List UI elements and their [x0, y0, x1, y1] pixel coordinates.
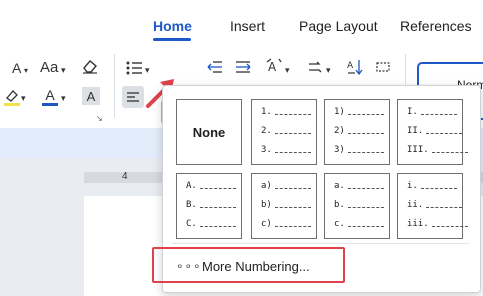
eraser-icon[interactable]	[80, 56, 100, 76]
ribbon-tabs-bar: Home Insert Page Layout References	[0, 0, 483, 44]
tile-label: 1)	[334, 107, 345, 117]
font-color-letter: A	[45, 87, 55, 103]
active-tab-indicator	[153, 38, 191, 41]
font-color-swatch	[42, 103, 58, 106]
change-case-button[interactable]: Aa	[40, 59, 58, 76]
tile-label: a.	[334, 181, 345, 191]
tab-references[interactable]: References	[400, 18, 472, 34]
align-left-button[interactable]	[122, 86, 144, 108]
more-options-icon: ∘∘∘	[176, 259, 202, 273]
tile-label: I.	[407, 107, 418, 117]
font-size-dropdown-arrow[interactable]: ▾	[24, 66, 28, 75]
decrease-indent-icon[interactable]	[206, 58, 224, 76]
numbering-tile-alpha-lower-paren[interactable]: a) b) c)	[251, 173, 317, 239]
numbering-none-tile[interactable]: None	[176, 99, 242, 165]
ruler-mark: 4	[122, 171, 128, 182]
toolbar-separator	[114, 54, 115, 118]
tile-label: 3.	[261, 145, 272, 155]
none-label: None	[192, 124, 226, 140]
numbering-tile-arabic-paren[interactable]: 1) 2) 3)	[324, 99, 390, 165]
tile-label: II.	[407, 126, 424, 136]
more-numbering-label: More Numbering...	[202, 259, 310, 274]
tab-home[interactable]: Home	[153, 18, 192, 34]
dropdown-divider	[172, 243, 469, 244]
increase-indent-icon[interactable]	[234, 58, 252, 76]
numbering-tile-roman-upper[interactable]: I. II. III.	[397, 99, 468, 165]
bullet-list-icon[interactable]	[124, 58, 144, 78]
sort-icon[interactable]: A	[346, 57, 366, 77]
font-dialog-launcher-icon[interactable]: ↘	[96, 114, 103, 123]
highlight-dropdown-arrow[interactable]: ▾	[21, 93, 26, 104]
numbering-tile-roman-lower[interactable]: i. ii. iii.	[397, 173, 468, 239]
tile-label: 1.	[261, 107, 272, 117]
font-size-button[interactable]: A	[12, 60, 21, 76]
tile-label: B.	[186, 200, 197, 210]
highlight-color-button[interactable]	[3, 88, 21, 108]
tile-label: i.	[407, 181, 418, 191]
tab-page-layout[interactable]: Page Layout	[299, 18, 378, 34]
font-color-dropdown-arrow[interactable]: ▾	[61, 93, 66, 104]
tile-label: iii.	[407, 219, 429, 229]
svg-text:A: A	[268, 60, 277, 74]
numbering-tile-alpha-lower-period[interactable]: a. b. c.	[324, 173, 390, 239]
tile-label: 2.	[261, 126, 272, 136]
bullets-dropdown-arrow[interactable]: ▾	[145, 65, 150, 76]
line-spacing-icon[interactable]	[306, 58, 324, 76]
tile-label: A.	[186, 181, 197, 191]
tile-label: c)	[261, 219, 272, 229]
tile-label: c.	[334, 219, 345, 229]
tile-label: b.	[334, 200, 345, 210]
change-case-dropdown-arrow[interactable]: ▾	[61, 65, 66, 76]
tile-label: a)	[261, 181, 272, 191]
tile-label: C.	[186, 219, 197, 229]
text-direction-icon[interactable]: A	[264, 56, 284, 76]
tile-label: 2)	[334, 126, 345, 136]
tile-label: III.	[407, 145, 429, 155]
show-marks-icon[interactable]	[374, 58, 392, 76]
tile-label: ii.	[407, 200, 424, 210]
line-spacing-dropdown-arrow[interactable]: ▾	[326, 65, 331, 76]
more-numbering-menu-item[interactable]: ∘∘∘ More Numbering...	[152, 247, 345, 283]
character-shading-button[interactable]: A	[82, 87, 100, 105]
tile-label: b)	[261, 200, 272, 210]
font-color-button[interactable]: A	[40, 86, 60, 108]
svg-text:A: A	[347, 61, 354, 71]
numbering-tile-arabic-period[interactable]: 1. 2. 3.	[251, 99, 317, 165]
numbering-tile-alpha-upper[interactable]: A. B. C.	[176, 173, 242, 239]
tab-insert[interactable]: Insert	[230, 18, 265, 34]
tile-label: 3)	[334, 145, 345, 155]
text-direction-dropdown-arrow[interactable]: ▾	[285, 65, 290, 76]
